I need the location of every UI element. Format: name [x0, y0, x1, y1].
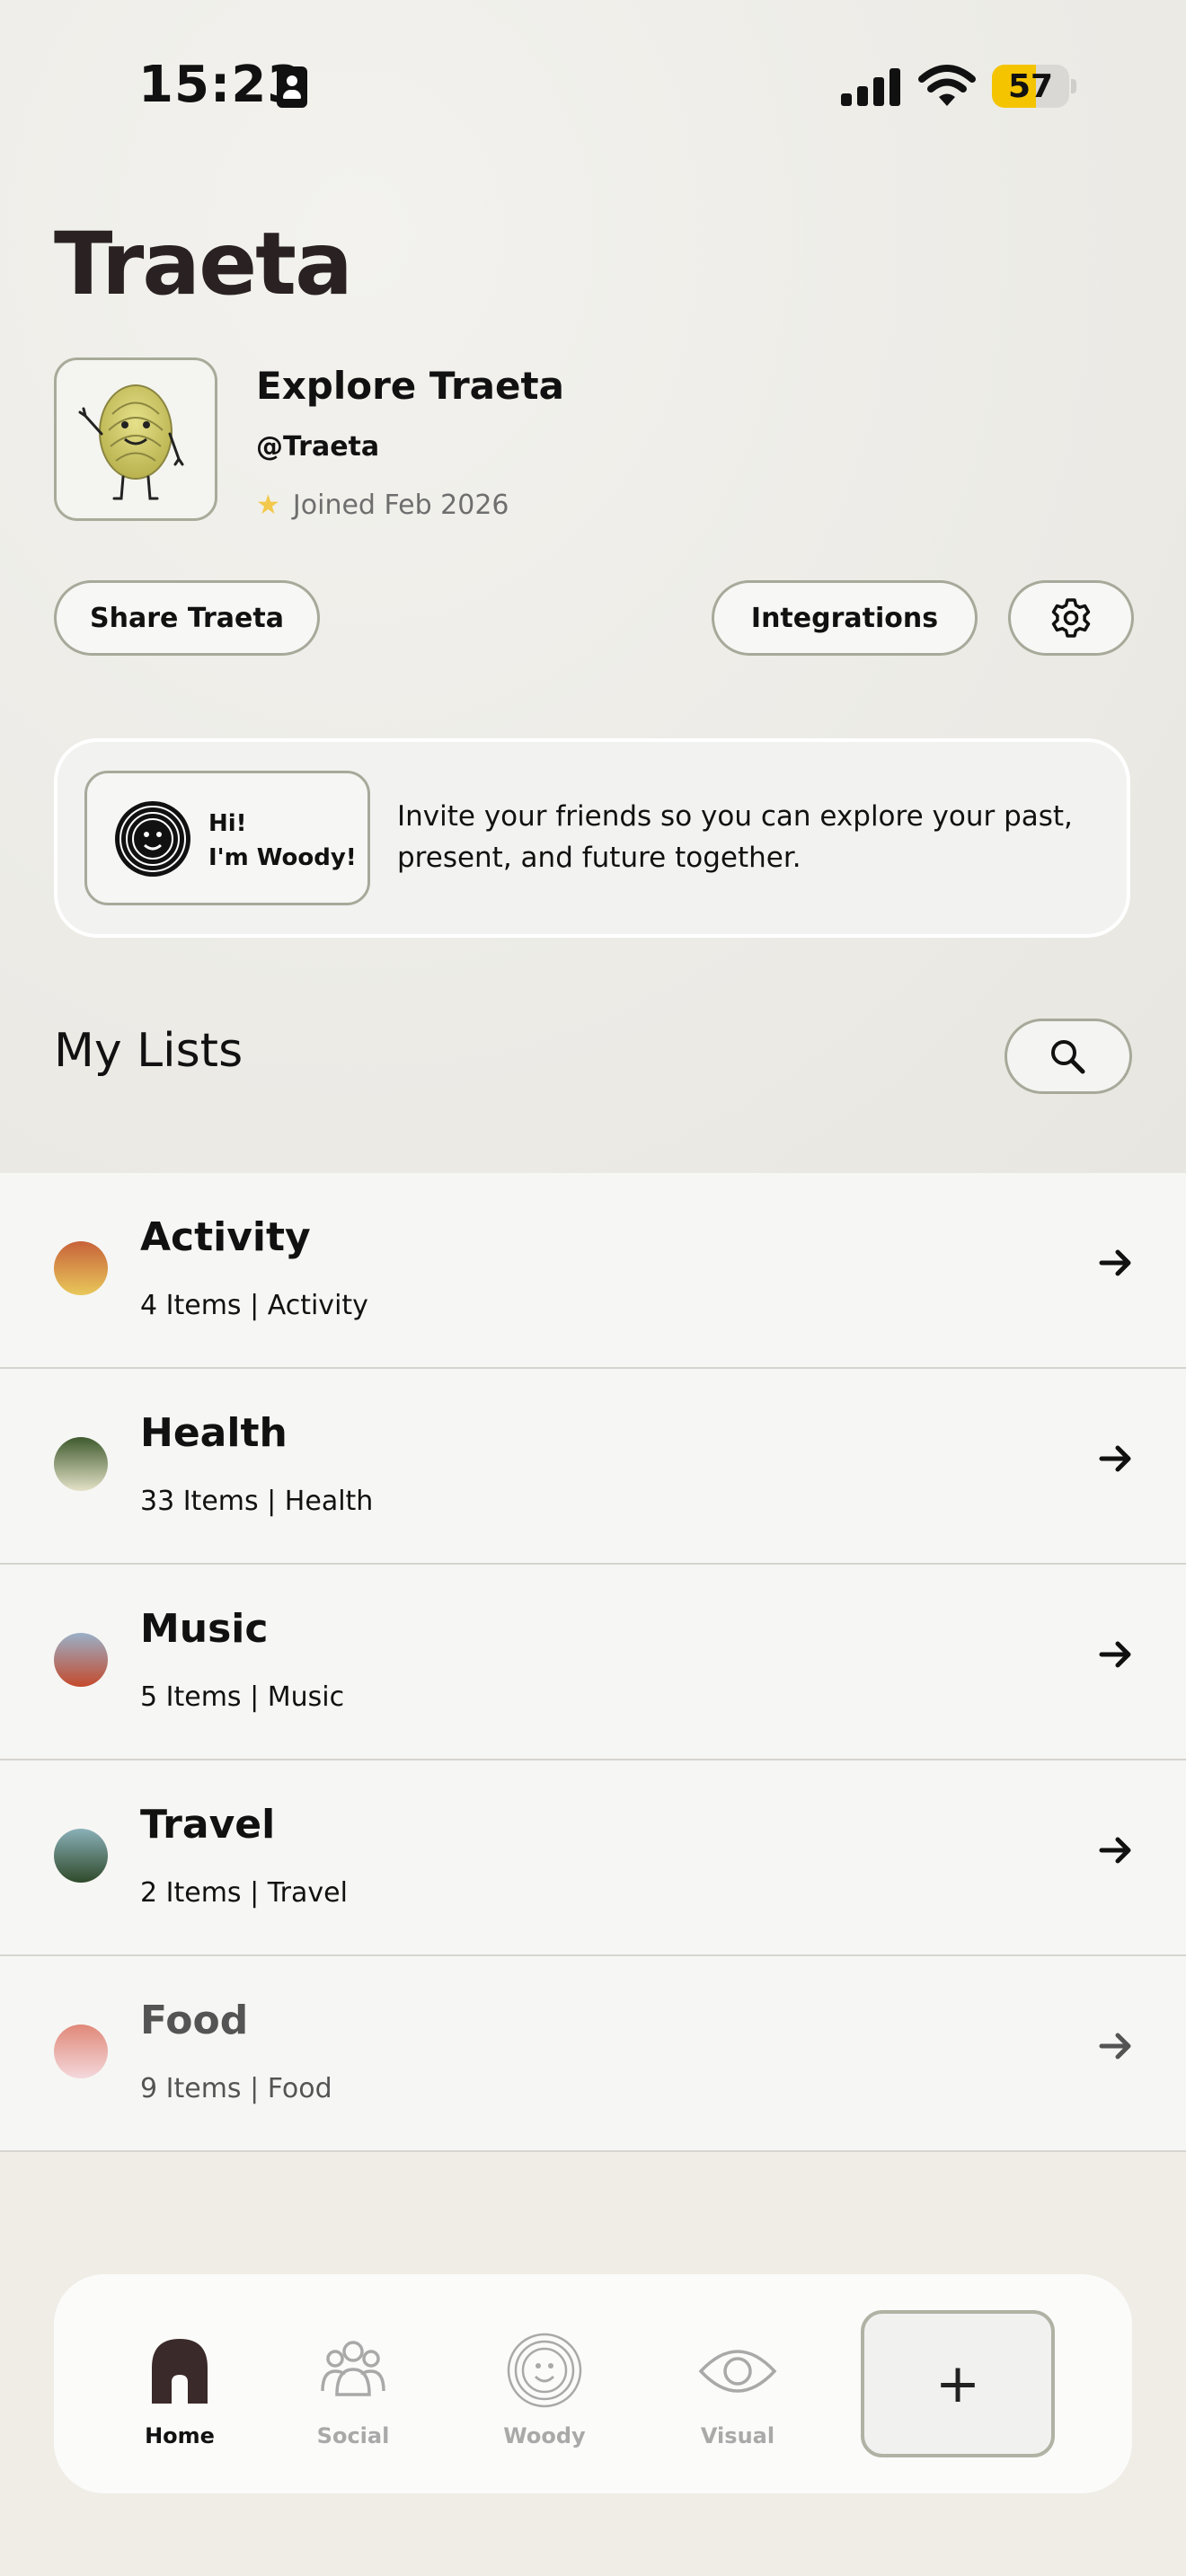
tab-label: Woody	[503, 2423, 586, 2448]
search-icon	[1051, 1040, 1085, 1074]
people-icon	[321, 2341, 385, 2396]
list-item[interactable]: Travel 2 Items | Travel	[0, 1760, 1186, 1956]
battery-indicator: 57	[992, 65, 1069, 108]
app-logo: Traeta	[54, 214, 353, 314]
list-title: Health	[140, 1410, 288, 1456]
tab-label: Home	[145, 2423, 215, 2448]
woody-greeting-line1: Hi!	[208, 810, 247, 837]
list-title: Food	[140, 1998, 249, 2043]
list-color-dot	[54, 1633, 108, 1687]
battery-level: 57	[1007, 68, 1054, 105]
profile-handle: @Traeta	[256, 431, 380, 463]
woody-greeting: Hi! I'm Woody!	[208, 807, 357, 875]
section-title: My Lists	[54, 1024, 243, 1078]
joined-text: Joined Feb 2026	[292, 490, 509, 521]
search-button[interactable]	[1005, 1019, 1132, 1094]
list-color-dot	[54, 1829, 108, 1883]
woody-icon	[115, 801, 190, 877]
avatar[interactable]	[54, 357, 217, 521]
tab-label: Visual	[700, 2423, 775, 2448]
integrations-button[interactable]: Integrations	[712, 580, 978, 656]
list-title: Music	[140, 1606, 269, 1652]
gear-icon	[1051, 598, 1091, 638]
tab-home[interactable]: Home	[117, 2335, 243, 2448]
settings-button[interactable]	[1008, 580, 1134, 656]
list-subtitle: 5 Items | Music	[140, 1681, 345, 1713]
list-title: Activity	[140, 1214, 311, 1260]
contact-card-icon	[277, 66, 307, 108]
list-item[interactable]: Health 33 Items | Health	[0, 1369, 1186, 1565]
list-subtitle: 33 Items | Health	[140, 1486, 374, 1517]
arrow-right-icon[interactable]	[1098, 1636, 1134, 1672]
share-button[interactable]: Share Traeta	[54, 580, 320, 656]
battery-cap	[1071, 79, 1076, 93]
arrow-right-icon[interactable]	[1098, 2028, 1134, 2064]
cellular-signal-icon	[841, 66, 902, 106]
star-icon: ★	[256, 490, 280, 521]
lists-container: Activity 4 Items | Activity Health 33 Items…	[0, 1173, 1186, 2152]
list-color-dot	[54, 1437, 108, 1491]
list-item[interactable]: Food 9 Items | Food	[0, 1956, 1186, 2152]
list-color-dot	[54, 1241, 108, 1295]
tab-label: Social	[316, 2423, 390, 2448]
list-item[interactable]: Music 5 Items | Music	[0, 1565, 1186, 1760]
arrow-right-icon[interactable]	[1098, 1832, 1134, 1868]
list-subtitle: 9 Items | Food	[140, 2073, 332, 2104]
list-subtitle: 4 Items | Activity	[140, 1290, 368, 1321]
list-item[interactable]: Activity 4 Items | Activity	[0, 1173, 1186, 1369]
woody-icon	[507, 2333, 582, 2408]
joined-date: ★ Joined Feb 2026	[256, 490, 509, 521]
eye-icon	[698, 2350, 777, 2393]
home-icon	[152, 2339, 208, 2404]
invite-text: Invite your friends so you can explore y…	[397, 800, 1073, 874]
profile-name: Explore Traeta	[256, 364, 564, 408]
list-color-dot	[54, 2025, 108, 2078]
tab-woody[interactable]: Woody	[482, 2333, 607, 2448]
add-button[interactable]: +	[861, 2310, 1055, 2457]
fingerprint-character-icon	[78, 384, 184, 500]
tab-visual[interactable]: Visual	[675, 2335, 801, 2448]
arrow-right-icon[interactable]	[1098, 1441, 1134, 1477]
wifi-icon	[918, 65, 976, 106]
arrow-right-icon[interactable]	[1098, 1245, 1134, 1281]
tab-social[interactable]: Social	[290, 2335, 416, 2448]
woody-greeting-line2: I'm Woody!	[208, 844, 357, 871]
list-title: Travel	[140, 1802, 276, 1848]
list-subtitle: 2 Items | Travel	[140, 1877, 348, 1909]
